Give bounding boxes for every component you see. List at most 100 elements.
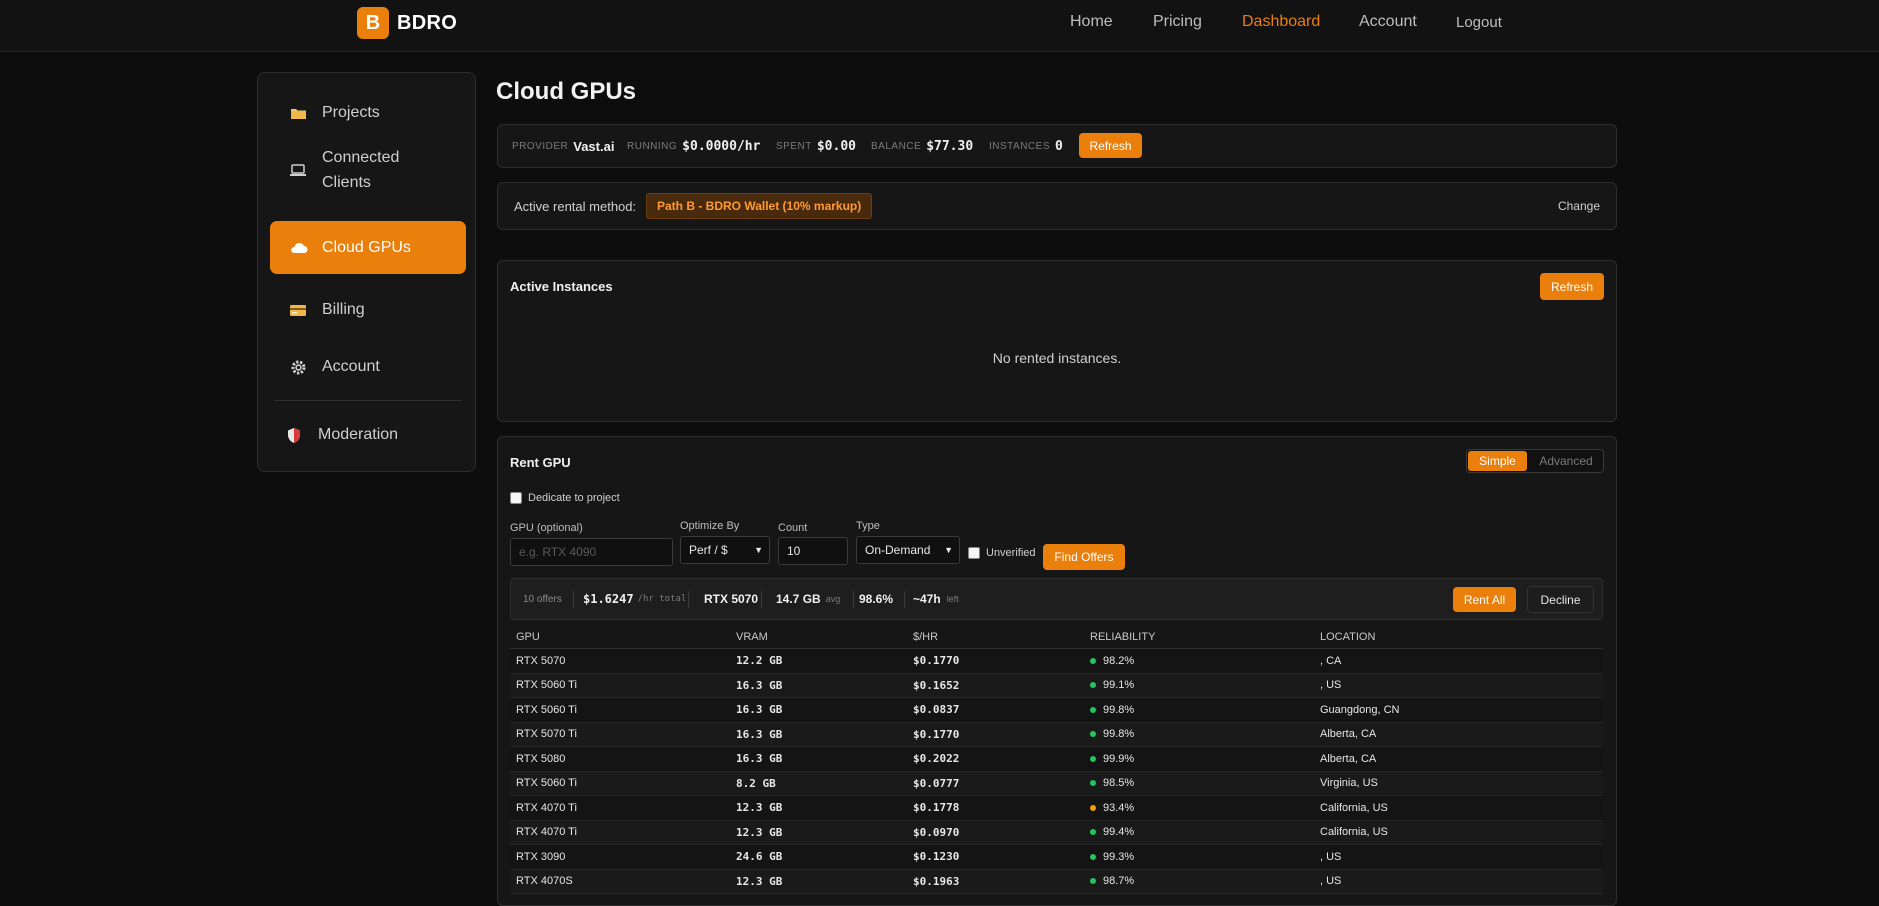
gpu-field-label: GPU (optional): [510, 522, 583, 534]
summary-time-unit: left: [946, 594, 959, 604]
table-row[interactable]: RTX 5070 Ti 16.3 GB $0.1770 99.8% Alberta, C…: [510, 722, 1603, 747]
nav-home[interactable]: Home: [1070, 13, 1113, 31]
table-row[interactable]: RTX 4070S 12.3 GB $0.1963 98.7% , US: [510, 869, 1603, 894]
mode-simple-button[interactable]: Simple: [1468, 451, 1527, 471]
credit-card-icon: [288, 304, 308, 317]
status-dot-icon: [1090, 804, 1096, 811]
cell-gpu: RTX 3090: [510, 844, 730, 870]
shield-icon: [284, 427, 304, 444]
summary-total-value: $1.6247: [583, 592, 634, 606]
summary-time-value: ~47h: [913, 592, 941, 606]
column-header-price[interactable]: $/HR: [907, 626, 1084, 649]
brand[interactable]: B BDRO: [357, 7, 457, 39]
sidebar-item-moderation[interactable]: Moderation: [270, 413, 466, 457]
summary-divider: [761, 591, 762, 608]
column-header-vram[interactable]: VRAM: [730, 626, 907, 649]
dedicate-checkbox[interactable]: [510, 492, 522, 504]
type-select[interactable]: On-Demand ▼: [856, 536, 960, 564]
optimize-select[interactable]: Perf / $ ▼: [680, 536, 770, 564]
nav-pricing[interactable]: Pricing: [1153, 13, 1202, 31]
summary-reliability: 98.6%: [859, 592, 894, 606]
column-header-gpu[interactable]: GPU: [510, 626, 730, 649]
cell-gpu: RTX 5070 Ti: [510, 722, 730, 747]
table-row[interactable]: RTX 4070 Ti 12.3 GB $0.1778 93.4% California…: [510, 795, 1603, 821]
change-rental-method-link[interactable]: Change: [1558, 199, 1600, 213]
sidebar-item-projects[interactable]: Projects: [270, 91, 466, 135]
sidebar-divider: [274, 400, 462, 401]
brand-logo-icon: B: [357, 7, 389, 39]
table-row[interactable]: RTX 3090 24.6 GB $0.1230 99.3% , US: [510, 844, 1603, 870]
stat-value: Vast.ai: [573, 138, 615, 154]
reliability-value: 99.3%: [1103, 850, 1135, 863]
table-row[interactable]: RTX 5060 Ti 8.2 GB $0.0777 98.5% Virginia, U…: [510, 771, 1603, 796]
summary-gpu: RTX 5070: [704, 592, 759, 606]
cell-reliability: 99.1%: [1084, 673, 1314, 698]
status-dot-icon: [1090, 780, 1096, 787]
sidebar-item-account[interactable]: Account: [270, 345, 466, 389]
refresh-stats-button[interactable]: Refresh: [1079, 133, 1142, 158]
cell-price: $0.1770: [907, 648, 1084, 674]
sidebar-item-label: Projects: [322, 104, 380, 121]
unverified-checkbox[interactable]: [968, 547, 980, 559]
status-dot-icon: [1090, 878, 1096, 885]
column-header-location[interactable]: LOCATION: [1314, 626, 1603, 649]
cell-price: $0.1963: [907, 869, 1084, 894]
cell-location: , US: [1314, 673, 1603, 698]
table-row[interactable]: RTX 4070 Ti 12.3 GB $0.0970 99.4% California…: [510, 820, 1603, 845]
cell-location: Guangdong, CN: [1314, 697, 1603, 723]
cell-reliability: 99.8%: [1084, 697, 1314, 723]
status-dot-icon: [1090, 682, 1096, 689]
sidebar-item-billing[interactable]: Billing: [270, 288, 466, 332]
offers-summary-bar: 10 offers $1.6247 /hr total RTX 5070 14.…: [510, 578, 1603, 620]
cell-gpu: RTX 5070: [510, 648, 730, 674]
sidebar-item-label: Account: [322, 358, 380, 375]
offers-table: GPU VRAM $/HR RELIABILITY LOCATION RTX 5…: [510, 626, 1603, 894]
summary-vram: 14.7 GB avg: [776, 579, 840, 619]
column-header-reliability[interactable]: RELIABILITY: [1084, 626, 1314, 649]
status-dot-icon: [1090, 853, 1096, 860]
mode-advanced-button[interactable]: Advanced: [1529, 451, 1603, 471]
cell-vram: 12.3 GB: [730, 795, 907, 821]
table-row[interactable]: RTX 5080 16.3 GB $0.2022 99.9% Alberta, CA: [510, 746, 1603, 772]
stat-provider: PROVIDER Vast.ai: [512, 125, 614, 167]
nav-account[interactable]: Account: [1359, 13, 1417, 31]
status-dot-icon: [1090, 657, 1096, 664]
cell-price: $0.0837: [907, 697, 1084, 723]
reliability-value: 98.2%: [1103, 654, 1135, 667]
count-input[interactable]: 10: [778, 537, 848, 565]
cell-reliability: 99.3%: [1084, 844, 1314, 870]
top-navbar: B BDRO Home Pricing Dashboard Account Lo…: [0, 0, 1879, 52]
active-instances-panel: Active Instances Refresh No rented insta…: [497, 260, 1617, 422]
cell-price: $0.1778: [907, 795, 1084, 821]
table-row[interactable]: RTX 5060 Ti 16.3 GB $0.0837 99.8% Guangdong,…: [510, 697, 1603, 723]
nav-logout[interactable]: Logout: [1456, 14, 1502, 31]
summary-divider: [904, 591, 905, 608]
table-row[interactable]: RTX 5060 Ti 16.3 GB $0.1652 99.1% , US: [510, 673, 1603, 698]
chevron-down-icon: ▼: [754, 545, 763, 555]
refresh-instances-button[interactable]: Refresh: [1540, 273, 1604, 300]
rent-all-button[interactable]: Rent All: [1453, 587, 1516, 612]
reliability-value: 99.4%: [1103, 826, 1135, 839]
status-dot-icon: [1090, 706, 1096, 713]
cell-vram: 12.2 GB: [730, 648, 907, 674]
cell-reliability: 99.8%: [1084, 722, 1314, 747]
summary-divider: [573, 591, 574, 608]
summary-vram-value: 14.7 GB: [776, 592, 821, 606]
cell-vram: 16.3 GB: [730, 673, 907, 698]
cell-reliability: 98.7%: [1084, 869, 1314, 894]
empty-instances-message: No rented instances.: [992, 350, 1122, 366]
find-offers-button[interactable]: Find Offers: [1043, 544, 1125, 570]
stat-value: $0.0000/hr: [682, 138, 761, 154]
cell-gpu: RTX 5060 Ti: [510, 673, 730, 698]
stat-label: SPENT: [776, 140, 812, 152]
gpu-search-input[interactable]: e.g. RTX 4090: [510, 538, 673, 566]
stat-value: $77.30: [926, 138, 974, 154]
table-row[interactable]: RTX 5070 12.2 GB $0.1770 98.2% , CA: [510, 648, 1603, 674]
offers-table-body: RTX 5070 12.2 GB $0.1770 98.2%, CA RTX 5060 …: [510, 648, 1603, 894]
nav-dashboard[interactable]: Dashboard: [1242, 13, 1320, 31]
decline-button[interactable]: Decline: [1527, 586, 1594, 613]
sidebar-item-connected-clients[interactable]: Connected Clients: [270, 139, 466, 201]
stat-value: 0: [1055, 138, 1063, 154]
laptop-icon: [288, 163, 308, 177]
sidebar-item-cloud-gpus[interactable]: Cloud GPUs: [270, 221, 466, 274]
